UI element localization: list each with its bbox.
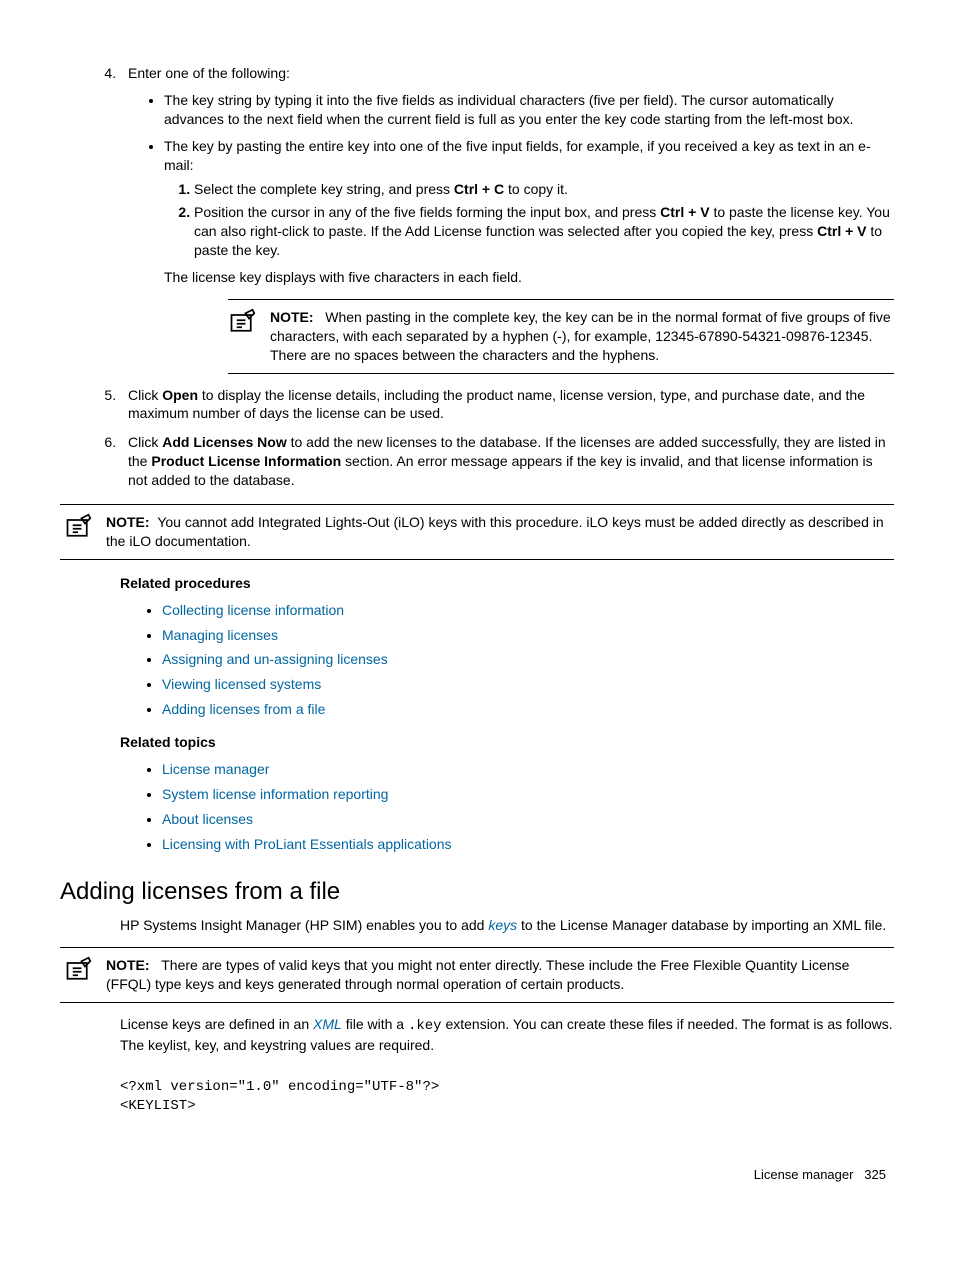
step-4: Enter one of the following: The key stri… xyxy=(120,64,894,374)
step-4-intro: Enter one of the following: xyxy=(128,65,290,81)
related-procedures-heading: Related procedures xyxy=(120,574,894,593)
note-icon xyxy=(64,513,92,541)
link-xml[interactable]: XML xyxy=(313,1016,342,1032)
note-2: NOTE: You cannot add Integrated Lights-O… xyxy=(106,513,894,551)
xml-code-block: <?xml version="1.0" encoding="UTF-8"?> <… xyxy=(120,1078,894,1116)
intro-para: HP Systems Insight Manager (HP SIM) enab… xyxy=(120,916,894,935)
link-item: Assigning and un-assigning licenses xyxy=(162,650,894,669)
related-topics-heading: Related topics xyxy=(120,733,894,752)
step-6: Click Add Licenses Now to add the new li… xyxy=(120,433,894,490)
section-heading: Adding licenses from a file xyxy=(60,876,894,908)
link-item: Licensing with ProLiant Essentials appli… xyxy=(162,835,894,854)
note-icon xyxy=(228,308,256,336)
related-procedures-list: Collecting license information Managing … xyxy=(120,601,894,719)
link-managing[interactable]: Managing licenses xyxy=(162,627,278,643)
link-item: Collecting license information xyxy=(162,601,894,620)
note-3: NOTE: There are types of valid keys that… xyxy=(106,956,894,994)
step-4-bullet-2: The key by pasting the entire key into o… xyxy=(164,137,894,287)
link-licensing-proliant[interactable]: Licensing with ProLiant Essentials appli… xyxy=(162,836,452,852)
step-4-sub-2: Position the cursor in any of the five f… xyxy=(194,203,894,260)
step-5: Click Open to display the license detail… xyxy=(120,386,894,424)
link-about-licenses[interactable]: About licenses xyxy=(162,811,253,827)
step-4-sub-1: Select the complete key string, and pres… xyxy=(194,180,894,199)
link-assigning[interactable]: Assigning and un-assigning licenses xyxy=(162,651,388,667)
link-license-manager[interactable]: License manager xyxy=(162,761,269,777)
link-item: About licenses xyxy=(162,810,894,829)
link-item: Adding licenses from a file xyxy=(162,700,894,719)
step-4-bullet-2-intro: The key by pasting the entire key into o… xyxy=(164,138,871,173)
page-footer: License manager 325 xyxy=(60,1166,894,1184)
link-item: System license information reporting xyxy=(162,785,894,804)
note-1: NOTE: When pasting in the complete key, … xyxy=(270,308,894,365)
link-adding-file[interactable]: Adding licenses from a file xyxy=(162,701,325,717)
related-topics-list: License manager System license informati… xyxy=(120,760,894,854)
step-4-post-sub: The license key displays with five chara… xyxy=(164,268,894,287)
link-item: Viewing licensed systems xyxy=(162,675,894,694)
note-icon xyxy=(64,956,92,984)
para-2: License keys are defined in an XML file … xyxy=(120,1015,894,1055)
link-collecting[interactable]: Collecting license information xyxy=(162,602,344,618)
link-item: Managing licenses xyxy=(162,626,894,645)
link-keys[interactable]: keys xyxy=(488,917,517,933)
link-sys-license-info[interactable]: System license information reporting xyxy=(162,786,388,802)
step-4-bullet-1: The key string by typing it into the fiv… xyxy=(164,91,894,129)
link-item: License manager xyxy=(162,760,894,779)
link-viewing[interactable]: Viewing licensed systems xyxy=(162,676,321,692)
